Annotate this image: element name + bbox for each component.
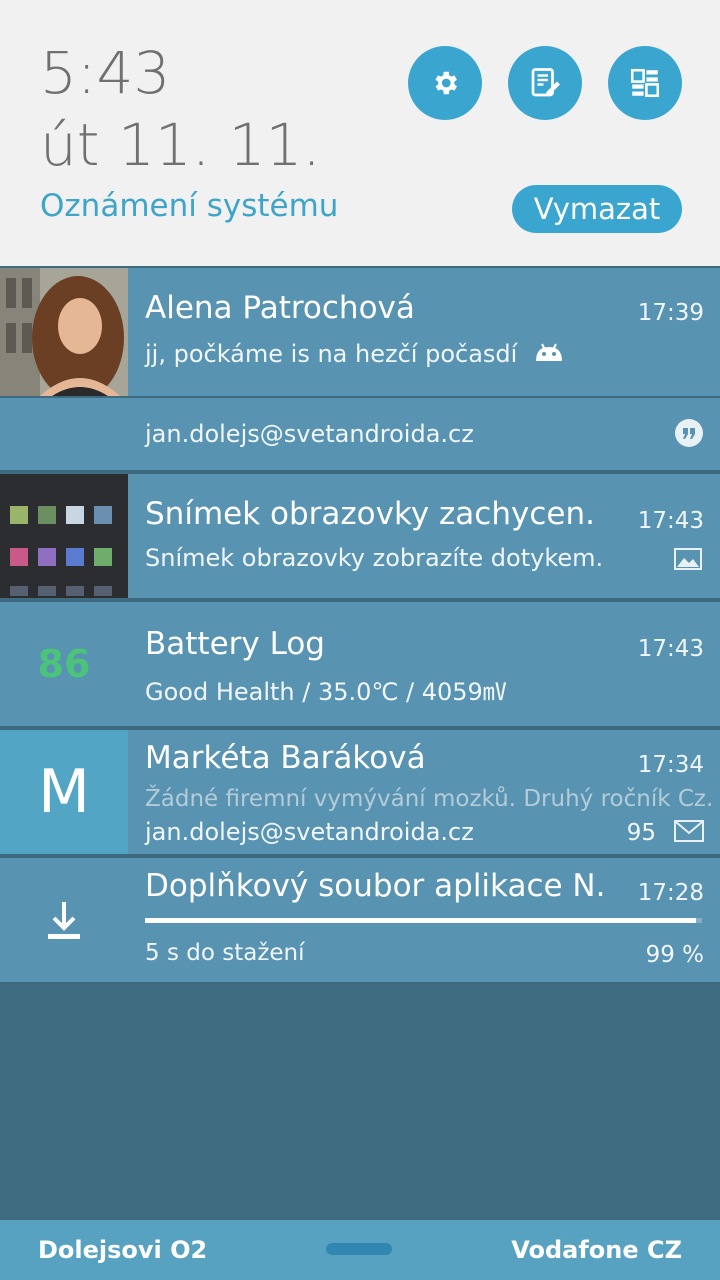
carrier-bar: Dolejsovi O2 Vodafone CZ [0,1220,720,1280]
notification-account-row[interactable]: jan.dolejs@svetandroida.cz [0,398,720,470]
screenshot-thumbnail [0,474,128,598]
notification-time: 17:43 [637,508,704,534]
message-text: jj, počkáme is na hezčí počasdí [145,340,518,368]
notification-title: Battery Log [145,626,325,662]
unread-count: 95 [626,820,656,846]
battery-level: 86 [37,642,91,686]
notification-screenshot[interactable]: Snímek obrazovky zachycen. 17:43 Snímek … [0,474,720,598]
download-icon-area [0,858,128,982]
account-email: jan.dolejs@svetandroida.cz [145,420,474,448]
clear-button[interactable]: Vymazat [512,185,682,233]
edit-button[interactable] [508,46,582,120]
avatar-initial: M [38,757,90,827]
gmail-icon [674,820,704,842]
settings-button[interactable] [408,46,482,120]
notification-title: Snímek obrazovky zachycen. [145,496,595,532]
battery-badge: 86 [0,602,128,726]
notification-message[interactable]: Alena Patrochová 17:39 jj, počkáme is na… [0,268,720,396]
notification-text: jj, počkáme is na hezčí počasdí [145,340,565,368]
clock-date: út 11. 11. [40,111,321,179]
notification-header: 5:43 út 11. 11. Oznámení systému Vymazat [0,0,720,266]
section-title: Oznámení systému [40,188,339,224]
download-icon [48,902,80,939]
account-email: jan.dolejs@svetandroida.cz [145,818,474,846]
notification-text: Good Health / 35.0℃ / 4059㎷ [145,678,507,706]
notification-title: Doplňkový soubor aplikace N. [145,868,606,904]
notification-download[interactable]: Doplňkový soubor aplikace N. 17:28 5 s d… [0,858,720,982]
notification-email[interactable]: M Markéta Baráková 17:34 Žádné firemní v… [0,730,720,854]
carrier-right: Vodafone CZ [511,1236,682,1264]
notification-title: Markéta Baráková [145,740,426,776]
gear-icon [435,71,457,95]
avatar [0,268,128,396]
edit-note-icon [531,68,560,97]
dashboard-icon [630,68,660,98]
download-percent: 99 % [645,942,704,968]
android-icon [535,343,562,361]
notification-text: Snímek obrazovky zobrazíte dotykem. [145,544,604,572]
carrier-left: Dolejsovi O2 [38,1236,208,1264]
drag-handle[interactable] [326,1243,392,1255]
download-progress-track [145,918,702,923]
notification-battery[interactable]: 86 Battery Log 17:43 Good Health / 35.0℃… [0,602,720,726]
notification-title: Alena Patrochová [145,290,415,326]
image-icon [674,548,702,570]
notification-time: 17:43 [637,636,704,662]
hangouts-icon [675,419,703,447]
sender-avatar: M [0,730,128,854]
notification-time: 17:34 [637,752,704,778]
quick-settings-button[interactable] [608,46,682,120]
download-status: 5 s do stažení [145,940,305,966]
notification-time: 17:28 [637,880,704,906]
notification-time: 17:39 [637,300,704,326]
clock-time: 5:43 [40,39,171,107]
download-progress-fill [145,918,697,923]
email-snippet: Žádné firemní vymývání mozků. Druhý ročn… [145,786,714,812]
